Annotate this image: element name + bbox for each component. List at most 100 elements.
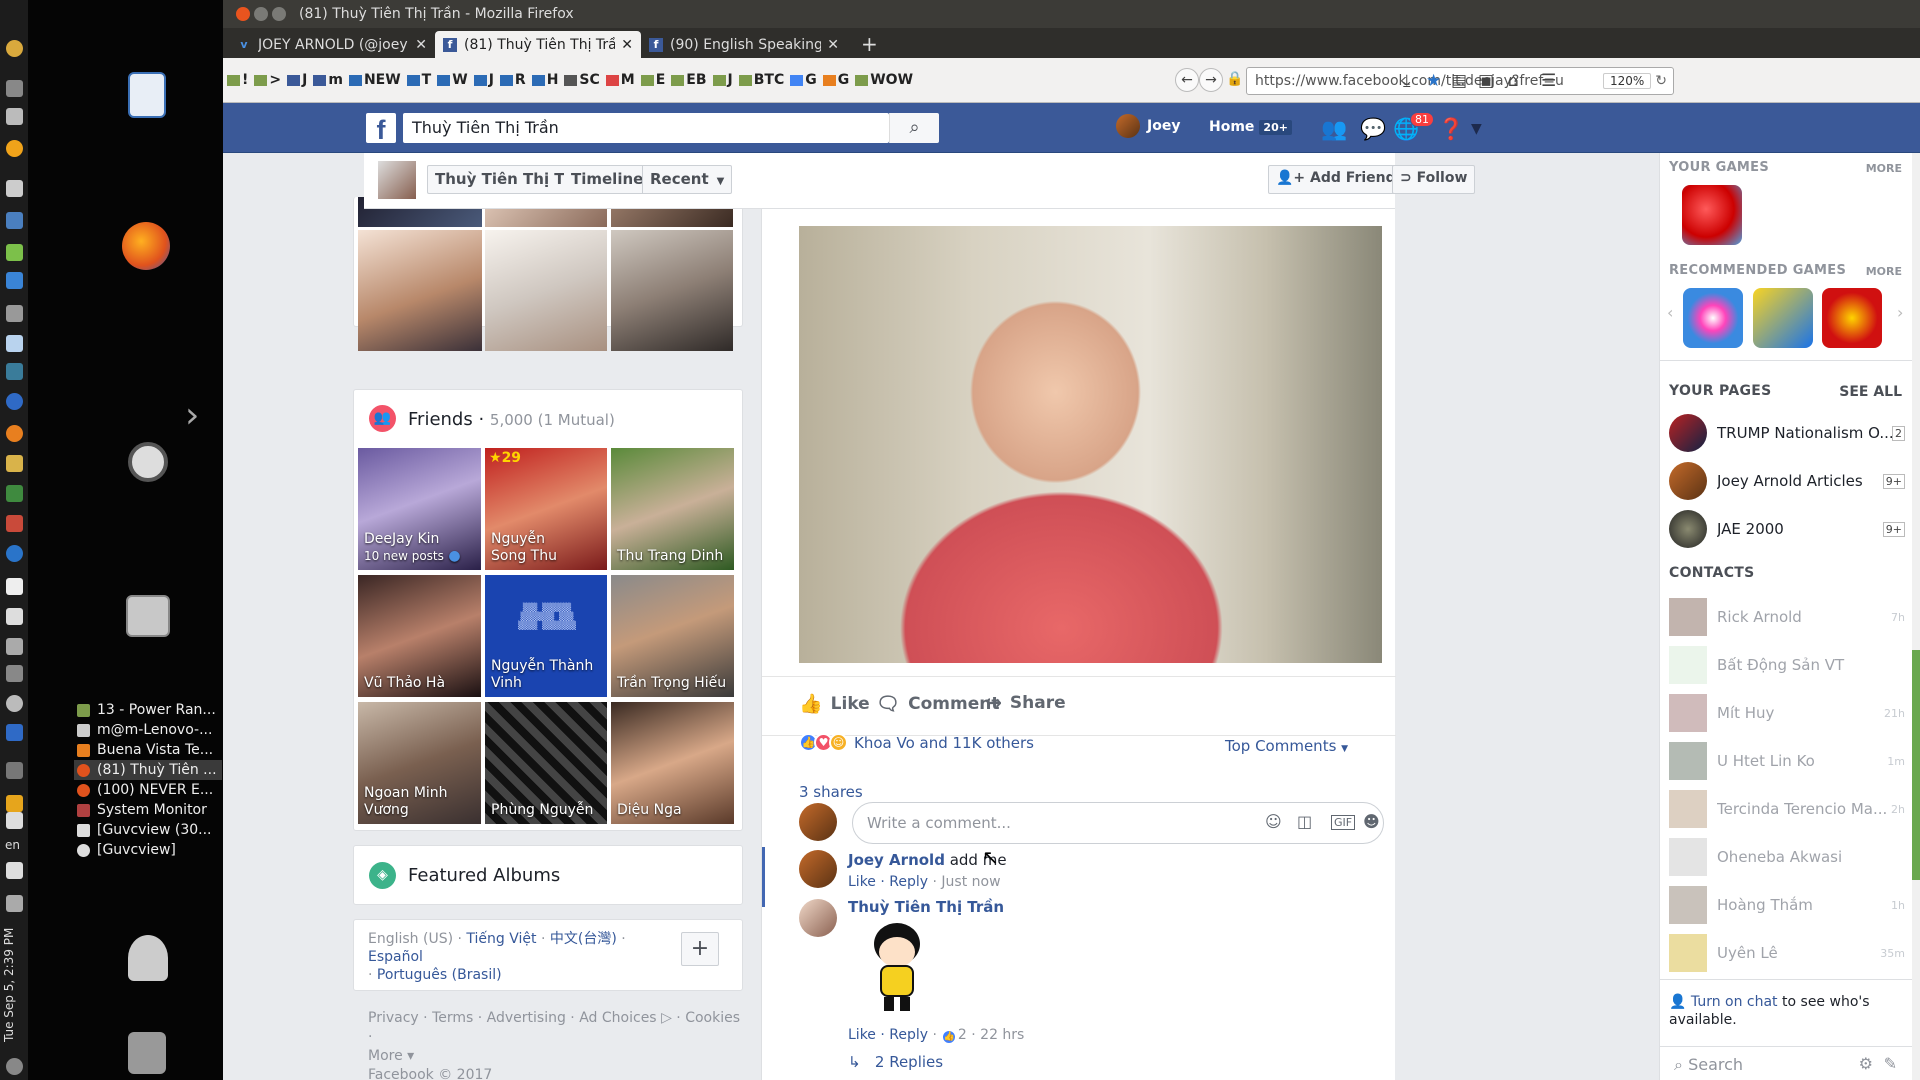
keyboard-language[interactable]: en	[5, 838, 20, 852]
wifi-icon[interactable]	[6, 812, 23, 829]
follow-button[interactable]: ⊃ Follow	[1392, 165, 1476, 194]
close-icon[interactable]: ✕	[621, 37, 633, 53]
page-item[interactable]: JAE 2000 9+	[1669, 510, 1905, 548]
bookmark[interactable]: WOW	[855, 72, 913, 88]
new-message-icon[interactable]: ✎	[1884, 1054, 1897, 1073]
games-more-link[interactable]: MORE	[1866, 162, 1902, 175]
firefox-icon[interactable]	[122, 222, 170, 270]
zoom-indicator[interactable]: 120%	[1602, 73, 1652, 89]
task-item[interactable]: System Monitor	[74, 800, 222, 820]
avatar[interactable]	[799, 899, 837, 937]
app-icon[interactable]	[6, 425, 23, 442]
comment-button[interactable]: 🗨 Comment	[876, 692, 999, 715]
back-button[interactable]: ←	[1175, 68, 1199, 92]
bookmark[interactable]: W	[437, 72, 468, 88]
profile-link[interactable]: Joey	[1116, 114, 1180, 138]
triangle-icon[interactable]	[6, 795, 23, 812]
chevron-left-icon[interactable]: ‹	[1667, 303, 1673, 322]
bookmark[interactable]: G	[822, 72, 849, 88]
comment-like-link[interactable]: Like	[848, 1027, 876, 1043]
library-icon[interactable]: ▤	[1451, 71, 1467, 91]
friend-tile[interactable]: Ngoan Minh Vương	[358, 702, 481, 824]
gear-icon[interactable]: ⚙	[1859, 1054, 1873, 1073]
bookmark[interactable]: SC	[564, 72, 600, 88]
chat-search-input[interactable]: ⌕ Search ⚙ ✎	[1660, 1046, 1913, 1080]
featured-albums-card[interactable]: ◈ Featured Albums	[353, 845, 743, 905]
trash-icon[interactable]	[128, 1032, 166, 1074]
user-switch-icon[interactable]	[128, 935, 168, 981]
home-link[interactable]: Home 20+	[1209, 119, 1292, 135]
contact-item[interactable]: U Htet Lin Ko 1m	[1669, 740, 1905, 782]
monitor-icon[interactable]	[6, 363, 23, 380]
app-icon[interactable]	[6, 80, 23, 97]
page-item[interactable]: Joey Arnold Articles 9+	[1669, 462, 1905, 500]
document-icon[interactable]	[128, 72, 166, 118]
recommended-game[interactable]	[1753, 288, 1813, 348]
clock[interactable]: Tue Sep 5, 2:39 PM	[2, 905, 26, 1065]
task-item[interactable]: Buena Vista Te...	[74, 740, 222, 760]
task-item[interactable]: [Guvcview (30...	[74, 820, 222, 840]
page-scrollbar[interactable]	[1912, 153, 1920, 1080]
like-button[interactable]: 👍 Like	[799, 692, 870, 715]
friend-tile[interactable]: Phùng Nguyễn	[485, 702, 607, 824]
friend-tile[interactable]: ▒▒▒ ▒▒▒▒▒▒ ▒▒▒▒▒▒▒ ▒▒▒ ▒▒▒▒ ▒▒▒▒▒▒▒ Nguyễn …	[485, 575, 607, 697]
contact-item[interactable]: Hoàng Thắm 1h	[1669, 884, 1905, 926]
task-item[interactable]: (100) NEVER E...	[74, 780, 222, 800]
photo-thumb[interactable]	[358, 230, 482, 351]
app-icon[interactable]	[6, 695, 23, 712]
footer-link[interactable]: Terms	[432, 1010, 473, 1026]
youtube-icon[interactable]: ▣	[1478, 71, 1494, 91]
tab-joey-arnold[interactable]: v JOEY ARNOLD (@joey ✕	[229, 31, 435, 58]
lang-link[interactable]: Português (Brasil)	[377, 967, 502, 983]
volume-icon[interactable]	[6, 862, 23, 879]
friend-tile[interactable]: Diệu Nga	[611, 702, 734, 824]
search-icon[interactable]: ⌕	[889, 113, 939, 143]
profile-thumbnail[interactable]	[378, 161, 416, 199]
app-icon[interactable]	[6, 724, 23, 741]
bookmark[interactable]: G	[790, 72, 817, 88]
recommended-game[interactable]	[1822, 288, 1882, 348]
camera-icon[interactable]: ◫	[1297, 812, 1312, 831]
gif-icon[interactable]: GIF	[1331, 815, 1356, 830]
bookmark[interactable]: J	[287, 72, 307, 88]
bookmark[interactable]: R	[499, 72, 526, 88]
chevron-right-icon[interactable]: ›	[185, 395, 199, 436]
facebook-logo-icon[interactable]: f	[366, 113, 396, 145]
task-item[interactable]: m@m-Lenovo-...	[74, 720, 222, 740]
maximize-window-button[interactable]	[272, 7, 286, 21]
app-icon[interactable]	[6, 272, 23, 289]
add-friend-button[interactable]: 👤+ Add Friend	[1268, 165, 1404, 194]
emoji-icon[interactable]: ☺	[1265, 812, 1282, 831]
menu-icon[interactable]: ☰	[1541, 71, 1556, 91]
app-icon[interactable]	[6, 335, 23, 352]
candy-crush-game[interactable]	[1682, 185, 1742, 245]
app-icon[interactable]	[6, 108, 23, 125]
app-icon[interactable]	[6, 180, 23, 197]
app-icon[interactable]	[6, 212, 23, 229]
help-icon[interactable]: ❓	[1438, 117, 1464, 142]
lang-link[interactable]: Español	[368, 949, 423, 965]
photo-thumb[interactable]	[611, 230, 733, 351]
download-icon[interactable]: ⤓	[1403, 71, 1411, 91]
lang-link[interactable]: Tiếng Việt	[466, 931, 536, 947]
ubuntu-icon[interactable]	[128, 442, 168, 482]
contact-item[interactable]: Bất Động Sản VT	[1669, 644, 1905, 686]
task-item[interactable]: [Guvcview]	[74, 840, 222, 860]
friend-tile[interactable]: Trần Trọng Hiếu	[611, 575, 734, 697]
home-icon[interactable]: ⌂	[1508, 71, 1519, 91]
avatar[interactable]	[799, 850, 837, 888]
new-tab-button[interactable]: +	[847, 32, 892, 58]
account-menu-icon[interactable]: ▼	[1471, 121, 1482, 137]
footer-link[interactable]: Advertising	[487, 1010, 566, 1026]
close-icon[interactable]: ✕	[415, 37, 427, 53]
recent-dropdown[interactable]: Recent ▼	[642, 165, 733, 194]
bookmark[interactable]: EB	[671, 72, 707, 88]
tab-english-speaking[interactable]: f (90) English Speaking ✕	[641, 31, 847, 58]
forward-button[interactable]: →	[1199, 68, 1223, 92]
post-photo[interactable]	[799, 226, 1382, 663]
bookmark[interactable]: H	[531, 72, 558, 88]
bookmark-star-icon[interactable]: ★	[1426, 71, 1441, 91]
sticker-image[interactable]	[866, 923, 928, 1013]
reload-icon[interactable]: ↻	[1655, 73, 1673, 89]
app-icon[interactable]	[6, 515, 23, 532]
